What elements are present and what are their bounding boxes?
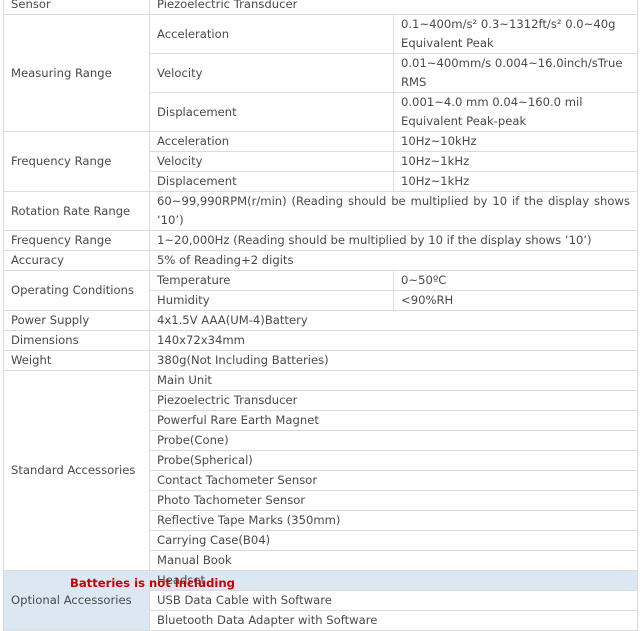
spec-label-standard-accessories: Standard Accessories (3, 370, 150, 571)
table-row: Rotation Rate Range 60~99,990RPM(r/min) … (3, 191, 638, 231)
table-row: Power Supply 4x1.5V AAA(UM-4)Battery (3, 310, 638, 331)
spec-value-dimensions: 140x72x34mm (149, 330, 638, 351)
accessory-item: Powerful Rare Earth Magnet (149, 410, 638, 431)
optional-accessory-item: USB Data Cable with Software (149, 590, 638, 611)
spec-label-measuring-range: Measuring Range (3, 14, 150, 132)
spec-value-accuracy: 5% of Reading+2 digits (149, 250, 638, 271)
sub-label: Displacement (149, 171, 394, 192)
table-row: Sensor Piezoelectric Transducer (3, 0, 638, 15)
spec-value: 10Hz~10kHz (393, 131, 638, 152)
sub-label: Velocity (149, 151, 394, 172)
sub-label: Displacement (149, 92, 394, 132)
spec-value-power-supply: 4x1.5V AAA(UM-4)Battery (149, 310, 638, 331)
accessory-item: Main Unit (149, 370, 638, 391)
spec-value: 0~50ºC (393, 270, 638, 291)
table-row: Dimensions 140x72x34mm (3, 330, 638, 351)
spec-label-power-supply: Power Supply (3, 310, 150, 331)
table-row: Standard Accessories Main Unit (3, 370, 638, 571)
accessory-item: Photo Tachometer Sensor (149, 490, 638, 511)
table-row: Frequency Range 1~20,000Hz (Reading shou… (3, 230, 638, 251)
spec-label-weight: Weight (3, 350, 150, 371)
spec-label-accuracy: Accuracy (3, 250, 150, 271)
accessory-item: Probe(Spherical) (149, 450, 638, 471)
table-row: Weight 380g(Not Including Batteries) (3, 350, 638, 371)
accessory-item: Reflective Tape Marks (350mm) (149, 510, 638, 531)
spec-value: 10Hz~1kHz (393, 151, 638, 172)
spec-value-weight: 380g(Not Including Batteries) (149, 350, 638, 371)
sub-label: Humidity (149, 290, 394, 311)
spec-label-sensor: Sensor (3, 0, 150, 15)
battery-note: Batteries is not including (70, 576, 235, 590)
spec-label-operating-conditions: Operating Conditions (3, 270, 150, 311)
accessory-item: Probe(Cone) (149, 430, 638, 451)
sub-label: Velocity (149, 53, 394, 93)
spec-label-frequency-range: Frequency Range (3, 131, 150, 192)
table-row: Frequency Range Acceleration 10Hz~10kHz (3, 131, 638, 192)
table-row: Measuring Range Acceleration 0.1~400m/s²… (3, 14, 638, 132)
accessory-item: Manual Book (149, 550, 638, 571)
spec-value: 0.01~400mm/s 0.004~16.0inch/sTrue RMS (393, 53, 638, 93)
spec-label-frequency-range-2: Frequency Range (3, 230, 150, 251)
spec-value-frequency-range-2: 1~20,000Hz (Reading should be multiplied… (149, 230, 638, 251)
sub-label: Acceleration (149, 131, 394, 152)
table-row: Accuracy 5% of Reading+2 digits (3, 250, 638, 271)
spec-value-sensor: Piezoelectric Transducer (149, 0, 638, 15)
spec-value: 10Hz~1kHz (393, 171, 638, 192)
spec-label-rotation-rate-range: Rotation Rate Range (3, 191, 150, 231)
sub-label: Acceleration (149, 14, 394, 54)
spec-value: <90%RH (393, 290, 638, 311)
sub-label: Temperature (149, 270, 394, 291)
spec-label-dimensions: Dimensions (3, 330, 150, 351)
spec-value-rotation-rate-range: 60~99,990RPM(r/min) (Reading should be m… (149, 191, 638, 231)
specifications-table: Sensor Piezoelectric Transducer Measurin… (3, 0, 638, 631)
accessory-item: Contact Tachometer Sensor (149, 470, 638, 491)
accessory-item: Piezoelectric Transducer (149, 390, 638, 411)
spec-value: 0.001~4.0 mm 0.04~160.0 mil Equivalent P… (393, 92, 638, 132)
spec-value: 0.1~400m/s² 0.3~1312ft/s² 0.0~40g Equiva… (393, 14, 638, 54)
accessory-item: Carrying Case(B04) (149, 530, 638, 551)
table-row: Operating Conditions Temperature 0~50ºC (3, 270, 638, 311)
optional-accessory-item: Bluetooth Data Adapter with Software (149, 610, 638, 631)
